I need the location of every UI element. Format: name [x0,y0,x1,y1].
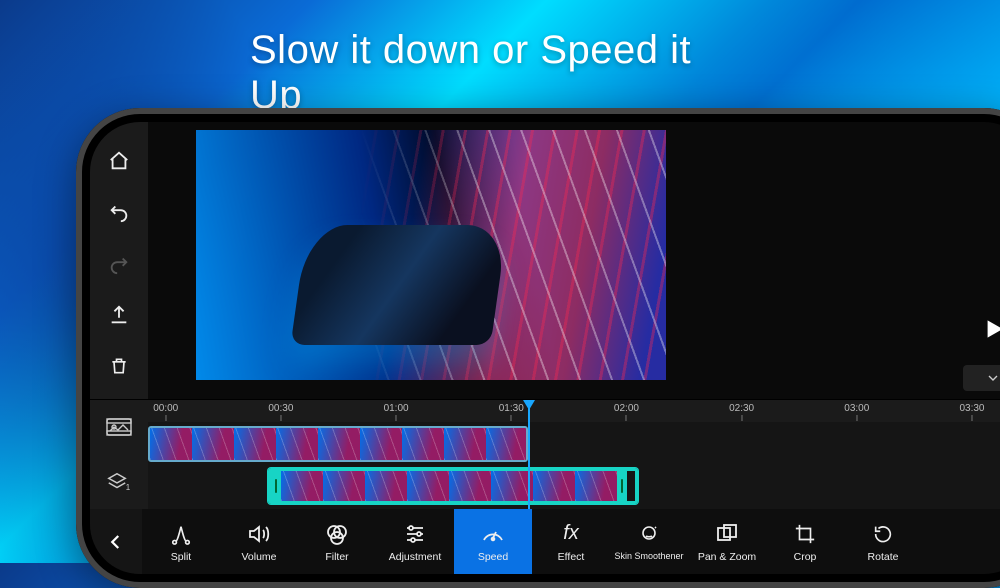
video-preview[interactable] [196,130,666,380]
crop-icon [794,521,816,547]
speed-icon [480,521,506,547]
preview-area [148,122,1000,399]
video-clip-1[interactable] [148,426,528,462]
skin-icon [637,522,661,548]
tool-filter[interactable]: Filter [298,509,376,574]
overlay-track[interactable] [148,466,1000,506]
tool-skin-smoothener[interactable]: Skin Smoothener [610,509,688,574]
volume-icon [246,521,272,547]
redo-button[interactable] [97,245,141,282]
tool-label: Effect [558,551,585,563]
timeline-body[interactable]: 00:00 00:30 01:00 01:30 02:00 02:30 03:0… [148,400,1000,509]
panzoom-icon [715,521,739,547]
delete-button[interactable] [97,348,141,385]
tool-label: Skin Smoothener [614,552,683,561]
tool-pan-zoom[interactable]: Pan & Zoom [688,509,766,574]
tool-label: Adjustment [389,551,442,563]
left-toolbar [90,122,148,399]
play-button[interactable] [965,301,1000,357]
tool-split[interactable]: Split [142,509,220,574]
tool-label: Rotate [868,551,899,563]
timeline-ruler[interactable]: 00:00 00:30 01:00 01:30 02:00 02:30 03:0… [148,400,1000,422]
overlay-clip-selected[interactable] [268,468,638,504]
ruler-tick: 02:00 [614,403,639,421]
tool-label: Speed [478,551,508,563]
tool-rotate[interactable]: Rotate [844,509,922,574]
home-button[interactable] [97,142,141,179]
tool-row: Split Volume Filter [142,509,1000,574]
clip-handle-left[interactable] [271,471,281,501]
ruler-tick: 03:30 [959,403,984,421]
split-icon [170,521,192,547]
tool-effect[interactable]: fx Effect [532,509,610,574]
ruler-tick: 03:00 [844,403,869,421]
bottom-toolbar: Split Volume Filter [90,509,1000,574]
tool-label: Crop [794,551,817,563]
adjustment-icon [403,521,427,547]
tool-label: Pan & Zoom [698,551,756,563]
app-screen: 1 00:00 00:30 01:00 01:30 02:00 02:30 03… [90,122,1000,574]
tool-crop[interactable]: Crop [766,509,844,574]
ruler-tick: 00:30 [268,403,293,421]
playhead[interactable] [528,400,530,509]
marketing-headline: Slow it down or Speed it Up [250,28,750,118]
tool-speed[interactable]: Speed [454,509,532,574]
rotate-icon [872,521,894,547]
ruler-tick: 01:30 [499,403,524,421]
tool-adjustment[interactable]: Adjustment [376,509,454,574]
phone-frame: 1 00:00 00:30 01:00 01:30 02:00 02:30 03… [76,108,1000,588]
tool-label: Split [171,551,191,563]
preview-options-dropdown[interactable] [963,365,1000,391]
back-button[interactable] [90,509,142,574]
tool-volume[interactable]: Volume [220,509,298,574]
video-track[interactable] [148,424,1000,464]
export-button[interactable] [97,296,141,333]
preview-right-controls [958,122,1000,399]
ruler-tick: 00:00 [153,403,178,421]
clip-handle-right[interactable] [617,471,627,501]
filter-icon [324,521,350,547]
layer-track-icon[interactable]: 1 [99,470,139,494]
ruler-tick: 02:30 [729,403,754,421]
video-track-icon[interactable] [99,415,139,439]
tool-label: Filter [325,551,348,563]
timeline-track-headers: 1 [90,400,148,509]
timeline: 1 00:00 00:30 01:00 01:30 02:00 02:30 03… [90,399,1000,509]
undo-button[interactable] [97,193,141,230]
effect-icon: fx [563,521,579,547]
preview-subject-car [291,225,508,345]
ruler-tick: 01:00 [384,403,409,421]
tool-label: Volume [241,551,276,563]
